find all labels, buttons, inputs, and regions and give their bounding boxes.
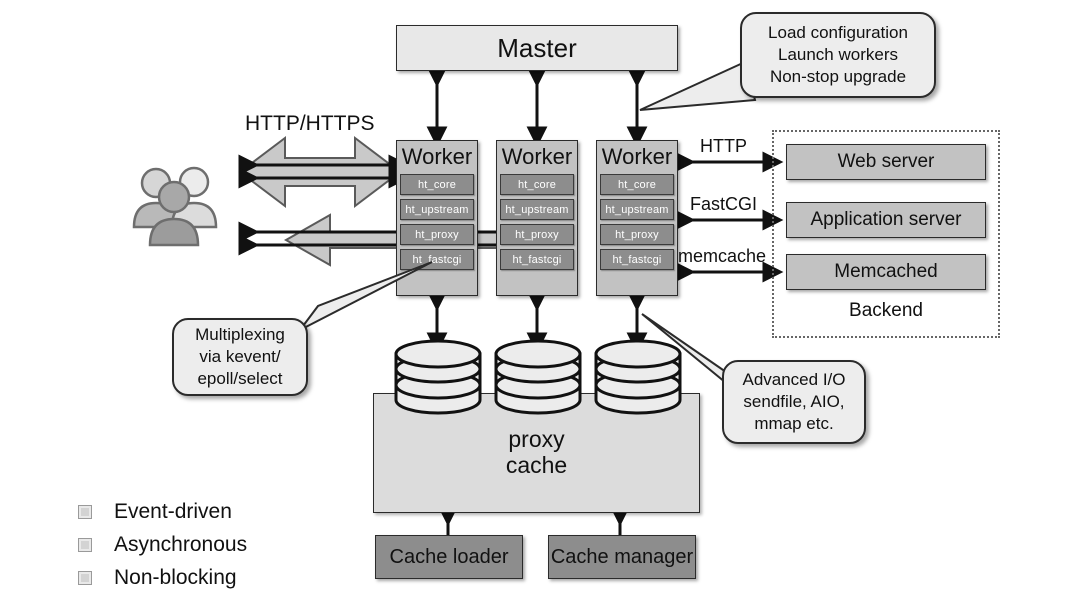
advanced-io-callout-line-3: mmap etc. [754,414,834,433]
module-ht-proxy[interactable]: ht_proxy [400,224,474,245]
master-callout-line-3: Non-stop upgrade [769,67,907,86]
cache-loader-label: Cache loader [389,545,509,568]
legend-bullet-icon [78,571,92,585]
master-callout-line-2: Launch workers [777,45,898,64]
legend-bullet-icon [78,538,92,552]
legend-item-asynchronous: Asynchronous [78,533,247,557]
multiplexing-callout-line-3: epoll/select [197,369,283,388]
module-ht-upstream[interactable]: ht_upstream [500,199,574,220]
legend: Event-driven Asynchronous Non-blocking [78,500,247,599]
advanced-io-callout-line-1: Advanced I/O [742,370,846,389]
worker-box-3[interactable]: Worker ht_core ht_upstream ht_proxy ht_f… [596,140,678,296]
module-ht-fastcgi[interactable]: ht_fastcgi [400,249,474,270]
module-ht-upstream[interactable]: ht_upstream [400,199,474,220]
protocol-label-memcache: memcache [678,246,767,266]
disk-stack-1 [394,339,482,415]
multiplexing-callout: Multiplexing via kevent/ epoll/select [172,318,308,396]
legend-label: Non-blocking [114,566,237,589]
master-callout-line-1: Load configuration [768,23,908,42]
master-box[interactable]: Master [396,25,678,71]
legend-label: Asynchronous [114,533,248,556]
module-ht-proxy[interactable]: ht_proxy [600,224,674,245]
module-ht-fastcgi[interactable]: ht_fastcgi [600,249,674,270]
disk-stack-3 [594,339,682,415]
backend-label: Backend [849,300,923,321]
disk-stack-2 [494,339,582,415]
cache-manager-box[interactable]: Cache manager [548,535,696,579]
module-ht-core[interactable]: ht_core [500,174,574,195]
module-ht-upstream[interactable]: ht_upstream [600,199,674,220]
module-ht-core[interactable]: ht_core [400,174,474,195]
module-ht-fastcgi[interactable]: ht_fastcgi [500,249,574,270]
protocol-label-fastcgi: FastCGI [690,194,758,214]
proxy-cache-line2: cache [505,452,568,478]
users-group-icon [132,166,218,247]
cache-loader-box[interactable]: Cache loader [375,535,523,579]
legend-label: Event-driven [114,500,232,523]
backend-web-server[interactable]: Web server [786,144,986,180]
legend-item-non-blocking: Non-blocking [78,566,247,590]
worker-box-2[interactable]: Worker ht_core ht_upstream ht_proxy ht_f… [496,140,578,296]
worker-title: Worker [501,144,573,169]
backend-item-label: Web server [837,151,935,172]
master-label: Master [497,32,577,63]
proxy-cache-line1: proxy [508,426,565,452]
client-protocol-label: HTTP/HTTPS [245,112,375,135]
multiplexing-callout-line-1: Multiplexing [195,325,285,344]
legend-item-event-driven: Event-driven [78,500,247,524]
module-ht-core[interactable]: ht_core [600,174,674,195]
backend-memcached[interactable]: Memcached [786,254,986,290]
worker-title: Worker [601,144,673,169]
advanced-io-callout: Advanced I/O sendfile, AIO, mmap etc. [722,360,866,444]
diagram-canvas: Master Worker ht_core ht_upstream ht_pro… [0,0,1080,593]
advanced-io-callout-line-2: sendfile, AIO, [743,392,845,411]
protocol-label-http: HTTP [700,136,747,156]
multiplexing-callout-line-2: via kevent/ [199,347,281,366]
backend-item-label: Memcached [834,261,938,282]
worker-box-1[interactable]: Worker ht_core ht_upstream ht_proxy ht_f… [396,140,478,296]
cache-manager-label: Cache manager [550,545,694,568]
master-callout: Load configuration Launch workers Non-st… [740,12,936,98]
worker-title: Worker [401,144,473,169]
proxy-cache-label: proxy cache [374,426,699,478]
backend-item-label: Application server [810,209,962,230]
block-arrow-upper [238,135,402,209]
legend-bullet-icon [78,505,92,519]
module-ht-proxy[interactable]: ht_proxy [500,224,574,245]
backend-application-server[interactable]: Application server [786,202,986,238]
